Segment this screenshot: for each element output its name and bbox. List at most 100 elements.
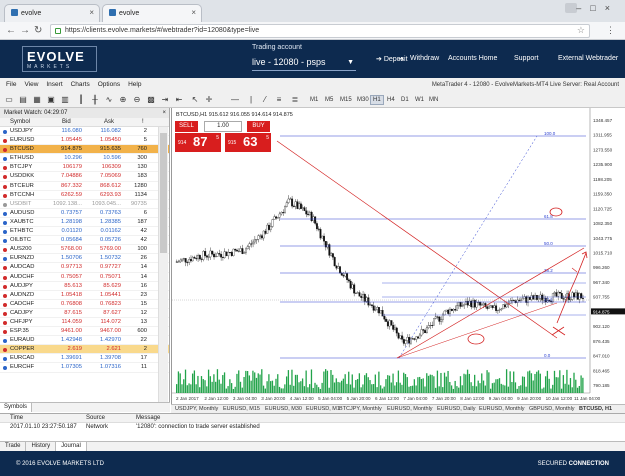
market-watch-row[interactable]: BTCUSD 914.875 915.635 760: [0, 145, 169, 155]
window-controls[interactable]: –□×: [576, 3, 619, 13]
trendline-icon[interactable]: ⁄: [260, 95, 270, 105]
close-tab-icon[interactable]: ×: [89, 8, 94, 17]
timeframe-m5[interactable]: M5: [323, 95, 335, 105]
nav-accounts-home[interactable]: Accounts Home: [448, 55, 497, 62]
sell-button[interactable]: SELL: [175, 121, 198, 132]
market-watch-row[interactable]: EURUSD 1.05445 1.05450 5: [0, 136, 169, 146]
back-icon[interactable]: ←: [6, 25, 16, 36]
market-watch-row[interactable]: CADJPY 87.615 87.627 12: [0, 309, 169, 318]
vline-icon[interactable]: |: [246, 95, 256, 105]
market-watch-row[interactable]: AUDCAD 0.97713 0.97727 14: [0, 263, 169, 273]
browser-menu-icon[interactable]: ⋮: [606, 25, 615, 36]
forward-icon[interactable]: →: [20, 25, 30, 36]
navigator-icon[interactable]: ▣: [46, 95, 56, 105]
price-axis-label: 1015.710: [593, 251, 613, 256]
market-watch-row[interactable]: AUDJPY 85.613 85.629 16: [0, 282, 169, 291]
market-watch-row[interactable]: BTCCNH 6262.59 6293.93 1134: [0, 191, 169, 200]
market-watch-row[interactable]: EURCAD 1.39691 1.39708 17: [0, 354, 169, 364]
menu-options[interactable]: Options: [98, 81, 120, 88]
market-watch-row[interactable]: EURCHF 1.07305 1.07316 11: [0, 363, 169, 373]
zoom-out-icon[interactable]: ⊖: [132, 95, 142, 105]
lot-size-input[interactable]: 1.00: [204, 121, 242, 132]
tab-trade[interactable]: Trade: [0, 442, 27, 451]
timeframe-m1[interactable]: M1: [308, 95, 320, 105]
market-watch-row[interactable]: USDDKK 7.04886 7.05069 183: [0, 172, 169, 182]
market-watch-row[interactable]: BTCJPY 106179 106309 130: [0, 163, 169, 173]
reload-icon[interactable]: ↻: [34, 25, 42, 36]
tab-symbols[interactable]: Symbols: [0, 403, 33, 412]
volume-bar: [491, 383, 494, 393]
market-watch-row[interactable]: EURNZD 1.50706 1.50732 26: [0, 254, 169, 264]
buy-button[interactable]: BUY: [247, 121, 270, 132]
crosshair-icon[interactable]: ✛: [204, 95, 214, 105]
market-watch-row[interactable]: BTCEUR 867.332 868.612 1280: [0, 182, 169, 191]
market-watch-row[interactable]: OILBTC 0.05684 0.05726 42: [0, 236, 169, 246]
price-chart[interactable]: BTCUSD,H1 915.612 916.055 914.614 914.87…: [172, 108, 625, 404]
timeframe-m15[interactable]: M15: [338, 95, 354, 105]
menu-help[interactable]: Help: [128, 81, 141, 88]
market-watch-row[interactable]: AUDUSD 0.73757 0.73763 6: [0, 209, 169, 218]
volume-bar: [404, 373, 407, 393]
close-icon[interactable]: ×: [162, 108, 166, 118]
terminal-icon[interactable]: ▥: [60, 95, 70, 105]
candle-body: [204, 251, 207, 256]
menu-charts[interactable]: Charts: [71, 81, 90, 88]
market-watch-row[interactable]: COPPER 2.619 2.621 2: [0, 345, 169, 355]
market-watch-row[interactable]: ETHUSD 10.296 10.596 300: [0, 154, 169, 164]
terminal-row[interactable]: 2017.01.10 23:27:50.187 Network '12080':…: [0, 423, 625, 432]
market-watch-icon[interactable]: ▦: [32, 95, 42, 105]
market-watch-row[interactable]: AUS200 5768.00 5769.00 100: [0, 245, 169, 255]
sell-price[interactable]: 914 87 5: [175, 133, 221, 152]
browser-tab-2[interactable]: evolve ×: [102, 4, 202, 22]
candlestick-icon[interactable]: ╫: [90, 95, 100, 105]
zoom-in-icon[interactable]: ⊕: [118, 95, 128, 105]
timeframe-w1[interactable]: W1: [413, 95, 426, 105]
market-watch-row[interactable]: EURAUD 1.42948 1.42970 22: [0, 336, 169, 346]
market-watch-row[interactable]: AUDNZD 1.05418 1.05441 23: [0, 291, 169, 300]
evolve-logo[interactable]: EVOLVE MARKETS: [22, 46, 97, 72]
timeframe-d1[interactable]: D1: [399, 95, 411, 105]
timeframe-mn[interactable]: MN: [427, 95, 440, 105]
timeframe-m30[interactable]: M30: [355, 95, 371, 105]
tile-windows-icon[interactable]: ▩: [146, 95, 156, 105]
cursor-icon[interactable]: ↖: [190, 95, 200, 105]
market-watch-bid: 1.05418: [61, 291, 82, 298]
hline-icon[interactable]: —: [230, 95, 240, 105]
market-watch-row[interactable]: USDBIT 1092.138... 1093.045... 90735: [0, 200, 169, 209]
menu-file[interactable]: File: [6, 81, 16, 88]
timeframe-h4[interactable]: H4: [385, 95, 397, 105]
bookmark-star-icon[interactable]: ☆: [577, 25, 585, 36]
bar-chart-icon[interactable]: ┃: [76, 95, 86, 105]
buy-price[interactable]: 915 63 5: [225, 133, 271, 152]
scrollbar-thumb[interactable]: [160, 133, 167, 253]
market-watch-row[interactable]: USDJPY 116.080 116.082 2: [0, 127, 169, 137]
tab-history[interactable]: History: [26, 442, 57, 451]
tab-journal[interactable]: Journal: [56, 442, 87, 451]
timeframe-h1[interactable]: H1: [370, 95, 384, 105]
market-watch-row[interactable]: XAUBTC 1.28198 1.28385 187: [0, 218, 169, 228]
browser-tab-1[interactable]: evolve ×: [4, 4, 100, 22]
fibonacci-icon[interactable]: ≣: [290, 95, 300, 105]
profiles-icon[interactable]: ▤: [18, 95, 28, 105]
account-select[interactable]: live - 12080 - psps ▼: [252, 55, 356, 71]
market-watch-row[interactable]: ESP.35 9461.00 9467.00 600: [0, 327, 169, 337]
chart-window[interactable]: BTCUSD,H1 915.612 916.055 914.614 914.87…: [171, 108, 625, 404]
market-watch-row[interactable]: CHFJPY 114.059 114.072 13: [0, 318, 169, 328]
volume-bar: [427, 375, 430, 393]
channel-icon[interactable]: ≡: [274, 95, 284, 105]
nav-support[interactable]: Support: [514, 55, 539, 62]
chart-shift-icon[interactable]: ⇤: [174, 95, 184, 105]
line-chart-icon[interactable]: ∿: [104, 95, 114, 105]
market-watch-row[interactable]: AUDCHF 0.75057 0.75071 14: [0, 273, 169, 282]
url-input[interactable]: https://clients.evolve.markets/#/webtrad…: [50, 24, 590, 38]
new-chart-icon[interactable]: ▭: [4, 95, 14, 105]
menu-view[interactable]: View: [24, 81, 38, 88]
menu-insert[interactable]: Insert: [46, 81, 62, 88]
market-watch-scrollbar[interactable]: [158, 127, 168, 403]
profile-icon[interactable]: [565, 3, 577, 13]
market-watch-row[interactable]: CADCHF 0.76808 0.76823 15: [0, 300, 169, 309]
close-tab-icon[interactable]: ×: [191, 8, 196, 17]
autoscroll-icon[interactable]: ⇥: [160, 95, 170, 105]
market-watch-row[interactable]: ETHBTC 0.01120 0.01162 42: [0, 227, 169, 237]
nav-external-webtrader[interactable]: External Webtrader: [558, 55, 618, 62]
